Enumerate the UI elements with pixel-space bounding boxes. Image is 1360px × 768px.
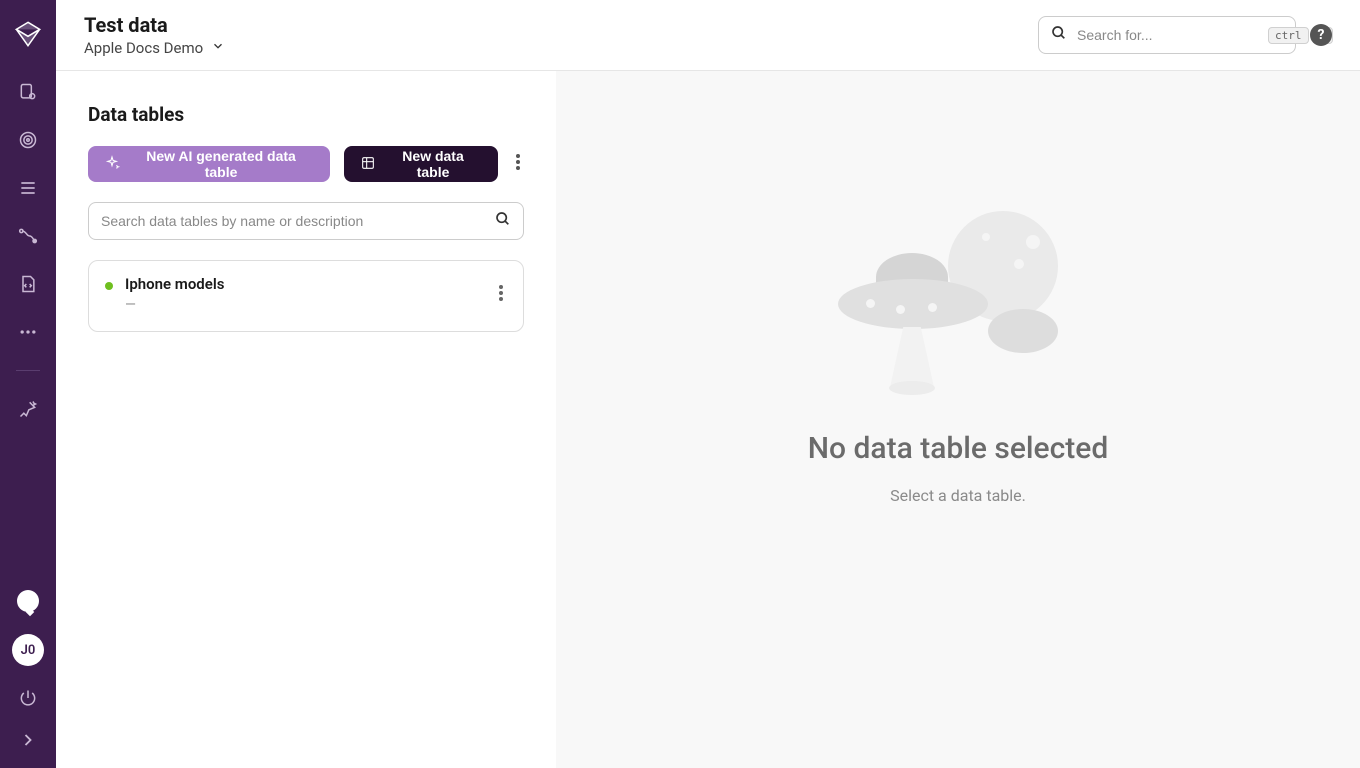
search-icon xyxy=(495,211,511,231)
new-table-label: New data table xyxy=(384,148,482,180)
page-title: Test data xyxy=(84,13,225,37)
nav-divider xyxy=(16,370,40,371)
table-icon xyxy=(360,155,376,174)
search-icon xyxy=(1051,25,1067,45)
left-panel: Data tables New AI generated data table … xyxy=(56,71,556,768)
flow-icon[interactable] xyxy=(18,226,38,246)
new-table-button[interactable]: New data table xyxy=(344,146,498,182)
power-icon[interactable] xyxy=(18,688,38,708)
target-icon[interactable] xyxy=(18,130,38,150)
more-icon[interactable] xyxy=(18,322,38,342)
user-avatar[interactable]: J0 xyxy=(12,634,44,666)
project-selector[interactable]: Apple Docs Demo xyxy=(84,39,225,57)
empty-state-illustration xyxy=(828,191,1088,401)
empty-state-title: No data table selected xyxy=(808,431,1109,466)
chat-icon[interactable] xyxy=(17,590,39,612)
pin-sparkle-icon[interactable] xyxy=(18,399,38,419)
table-search-input[interactable] xyxy=(101,213,487,229)
top-header: Test data Apple Docs Demo ctrl K ? xyxy=(56,0,1360,71)
new-ai-table-button[interactable]: New AI generated data table xyxy=(88,146,330,182)
detail-panel: No data table selected Select a data tab… xyxy=(556,71,1360,768)
table-list-item[interactable]: Iphone models — xyxy=(88,260,524,332)
panel-more-button[interactable] xyxy=(512,150,524,178)
table-search[interactable] xyxy=(88,202,524,240)
list-icon[interactable] xyxy=(18,178,38,198)
personas-icon[interactable] xyxy=(18,82,38,102)
table-description: — xyxy=(125,297,224,313)
help-button[interactable]: ? xyxy=(1310,24,1332,46)
code-file-icon[interactable] xyxy=(18,274,38,294)
sparkle-icon xyxy=(104,155,120,174)
sidebar: J0 xyxy=(0,0,56,768)
expand-chevron-icon[interactable] xyxy=(18,730,38,750)
chevron-down-icon xyxy=(211,39,225,57)
table-name: Iphone models xyxy=(125,275,224,293)
section-heading: Data tables xyxy=(88,103,524,126)
global-search[interactable]: ctrl K xyxy=(1038,16,1296,54)
table-item-more-button[interactable] xyxy=(495,281,507,309)
project-name: Apple Docs Demo xyxy=(84,39,203,57)
kbd-ctrl: ctrl xyxy=(1268,27,1309,44)
empty-state-subtitle: Select a data table. xyxy=(890,486,1026,505)
global-search-input[interactable] xyxy=(1077,27,1258,43)
status-dot-icon xyxy=(105,282,113,290)
app-logo[interactable] xyxy=(14,20,42,48)
new-ai-table-label: New AI generated data table xyxy=(128,148,314,180)
